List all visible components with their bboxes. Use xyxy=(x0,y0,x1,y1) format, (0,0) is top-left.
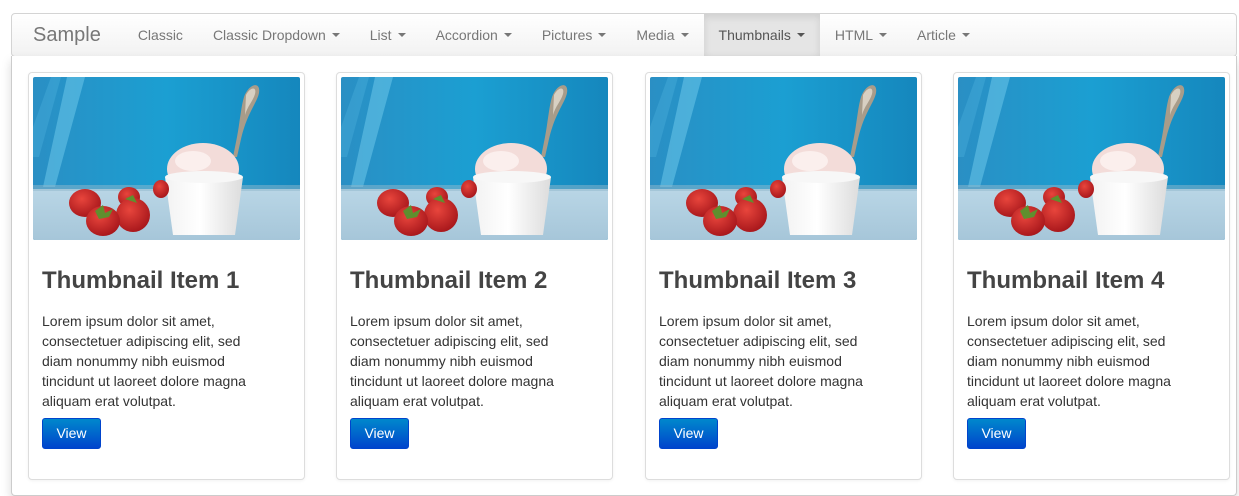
nav-item-pictures[interactable]: Pictures xyxy=(527,14,622,56)
ice-cream-photo xyxy=(650,77,917,240)
thumbnail-card: Thumbnail Item 1 Lorem ipsum dolor sit a… xyxy=(28,72,305,480)
nav-item-label: Pictures xyxy=(541,27,593,43)
thumbnail-description: Lorem ipsum dolor sit amet, consectetuer… xyxy=(350,313,554,409)
caret-down-icon xyxy=(680,33,689,37)
view-button[interactable]: View xyxy=(350,418,409,449)
thumbnail-card: Thumbnail Item 4 Lorem ipsum dolor sit a… xyxy=(953,72,1230,480)
thumbnail-card: Thumbnail Item 3 Lorem ipsum dolor sit a… xyxy=(645,72,922,480)
nav-item-label: Accordion xyxy=(435,27,498,43)
nav-item-article[interactable]: Article xyxy=(902,14,985,56)
nav-item-label: Article xyxy=(917,27,956,43)
thumbnail-title: Thumbnail Item 2 xyxy=(350,267,548,294)
nav-item-classic-dropdown[interactable]: Classic Dropdown xyxy=(198,14,355,56)
nav-item-thumbnails[interactable]: Thumbnails xyxy=(703,14,820,56)
caret-down-icon xyxy=(961,33,970,37)
ice-cream-photo xyxy=(33,77,300,240)
nav-item-media[interactable]: Media xyxy=(621,14,703,56)
caret-down-icon xyxy=(331,33,340,37)
thumbnail-card: Thumbnail Item 2 Lorem ipsum dolor sit a… xyxy=(336,72,613,480)
caret-down-icon xyxy=(879,33,888,37)
nav-item-label: Media xyxy=(636,27,675,43)
nav-item-label: Classic xyxy=(137,27,183,43)
nav-item-label: HTML xyxy=(834,27,874,43)
nav-item-label: Classic Dropdown xyxy=(212,27,326,43)
thumbnails-dropdown-panel: Thumbnail Item 1 Lorem ipsum dolor sit a… xyxy=(11,56,1237,496)
caret-down-icon xyxy=(397,33,406,37)
thumbnail-title: Thumbnail Item 1 xyxy=(42,267,240,294)
nav-item-html[interactable]: HTML xyxy=(820,14,902,56)
nav-item-list[interactable]: List xyxy=(355,14,421,56)
view-button[interactable]: View xyxy=(42,418,101,449)
caret-down-icon xyxy=(796,33,805,37)
thumbnail-title: Thumbnail Item 4 xyxy=(967,267,1165,294)
caret-down-icon xyxy=(598,33,607,37)
caret-down-icon xyxy=(503,33,512,37)
nav-menu: Classic Classic Dropdown List Accordion … xyxy=(123,14,985,56)
nav-item-label: Thumbnails xyxy=(718,27,791,43)
thumbnail-description: Lorem ipsum dolor sit amet, consectetuer… xyxy=(659,313,863,409)
nav-item-label: List xyxy=(369,27,392,43)
navbar-brand[interactable]: Sample xyxy=(12,14,123,56)
ice-cream-photo xyxy=(341,77,608,240)
thumbnail-description: Lorem ipsum dolor sit amet, consectetuer… xyxy=(42,313,246,409)
thumbnail-description: Lorem ipsum dolor sit amet, consectetuer… xyxy=(967,313,1171,409)
nav-item-classic[interactable]: Classic xyxy=(123,14,198,56)
ice-cream-photo xyxy=(958,77,1225,240)
navbar: Sample Classic Classic Dropdown List Acc… xyxy=(11,13,1237,57)
thumbnail-title: Thumbnail Item 3 xyxy=(659,267,857,294)
view-button[interactable]: View xyxy=(659,418,718,449)
nav-item-accordion[interactable]: Accordion xyxy=(421,14,527,56)
view-button[interactable]: View xyxy=(967,418,1026,449)
